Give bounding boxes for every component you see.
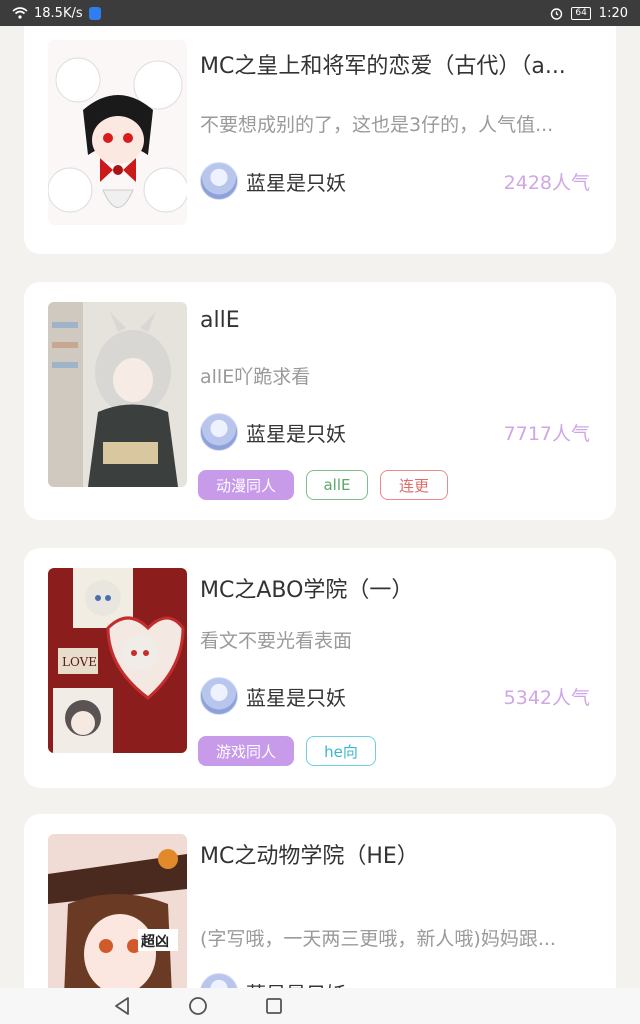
- author-name[interactable]: 蓝星是只妖: [246, 682, 346, 711]
- popularity-count: 5342人气: [503, 686, 590, 709]
- alarm-icon: [551, 7, 563, 20]
- tag-list: 游戏同人 he向: [198, 736, 376, 766]
- avatar[interactable]: [200, 413, 238, 451]
- book-cover[interactable]: 超凶: [48, 834, 187, 988]
- book-description: 不要想成别的了，这也是3仔的，人气值...: [200, 114, 554, 136]
- popularity-count: 2428人气: [503, 171, 590, 194]
- author-name[interactable]: 蓝星是只妖: [246, 167, 346, 196]
- system-nav-bar: [0, 988, 640, 1024]
- tag-alle[interactable]: allE: [306, 470, 368, 500]
- author-row: 蓝星是只妖 7717人气: [200, 412, 590, 452]
- recents-square-icon: [266, 998, 282, 1014]
- book-card[interactable]: LOVE MC之ABO学院（一） 看文不要光看表面 蓝星是只妖 5342人气 游…: [24, 548, 616, 788]
- author-row: 蓝星是只妖: [200, 972, 590, 988]
- avatar[interactable]: [200, 973, 238, 988]
- book-title[interactable]: allE: [200, 308, 602, 333]
- back-triangle-icon: [115, 997, 129, 1015]
- book-cover[interactable]: [48, 40, 187, 225]
- shield-icon: [88, 6, 101, 20]
- status-bar: 18.5K/s 64 1:20: [0, 0, 640, 26]
- clock: 1:20: [598, 5, 628, 21]
- book-cover[interactable]: [48, 302, 187, 487]
- network-speed: 18.5K/s: [34, 5, 83, 21]
- book-list[interactable]: MC之皇上和将军的恋爱（古代）（a... 不要想成别的了，这也是3仔的，人气值.…: [0, 26, 640, 988]
- avatar[interactable]: [200, 162, 238, 200]
- tag-serial[interactable]: 连更: [380, 470, 448, 500]
- avatar[interactable]: [200, 677, 238, 715]
- book-card[interactable]: allE allE吖跪求看 蓝星是只妖 7717人气 动漫同人 allE 连更: [24, 282, 616, 520]
- popularity-count: 7717人气: [503, 422, 590, 445]
- author-name[interactable]: 蓝星是只妖: [246, 418, 346, 447]
- svg-text:超凶: 超凶: [140, 933, 169, 950]
- book-card[interactable]: 超凶 MC之动物学院（HE） (字写哦，一天两三更哦，新人哦)妈妈跟... 蓝星…: [24, 814, 616, 988]
- battery-icon: 64: [571, 6, 591, 20]
- book-title[interactable]: MC之皇上和将军的恋爱（古代）（a...: [200, 48, 602, 80]
- book-description: allE吖跪求看: [200, 366, 311, 388]
- book-title[interactable]: MC之动物学院（HE）: [200, 838, 602, 870]
- book-title[interactable]: MC之ABO学院（一）: [200, 572, 602, 604]
- home-button[interactable]: [186, 994, 210, 1018]
- back-button[interactable]: [110, 994, 134, 1018]
- book-description: (字写哦，一天两三更哦，新人哦)妈妈跟...: [200, 928, 556, 950]
- book-card[interactable]: MC之皇上和将军的恋爱（古代）（a... 不要想成别的了，这也是3仔的，人气值.…: [24, 26, 616, 254]
- home-circle-icon: [189, 997, 207, 1015]
- author-name[interactable]: 蓝星是只妖: [246, 978, 346, 989]
- author-row: 蓝星是只妖 2428人气: [200, 161, 590, 201]
- book-description: 看文不要光看表面: [200, 630, 353, 652]
- wifi-icon: [12, 7, 28, 19]
- tag-game-fanfic[interactable]: 游戏同人: [198, 736, 294, 766]
- tag-he[interactable]: he向: [306, 736, 376, 766]
- tag-list: 动漫同人 allE 连更: [198, 470, 448, 500]
- tag-anime-fanfic[interactable]: 动漫同人: [198, 470, 294, 500]
- book-cover[interactable]: LOVE: [48, 568, 187, 753]
- recents-button[interactable]: [262, 994, 286, 1018]
- svg-text:LOVE: LOVE: [62, 655, 97, 669]
- author-row: 蓝星是只妖 5342人气: [200, 676, 590, 716]
